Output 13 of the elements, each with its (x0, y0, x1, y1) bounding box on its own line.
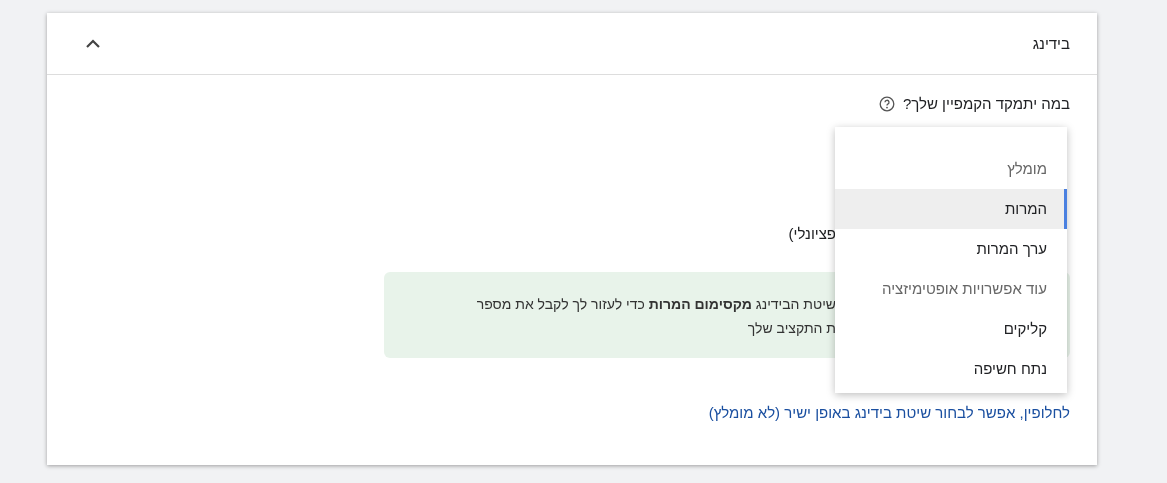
partial-text: פציונלי) (788, 225, 836, 242)
bidding-link[interactable]: לחלופין, אפשר לבחור שיטת בידינג באופן ישיר (לא מומלץ) (708, 404, 1070, 421)
menu-item[interactable]: המרות (835, 189, 1067, 229)
menu-item[interactable]: נתח חשיפה (835, 349, 1067, 389)
info-text: שיטת הבידינג מקסימום המרות כדי לעזור לך לקבל את מספר (475, 295, 836, 314)
menu-item[interactable]: ערך המרות (835, 229, 1067, 269)
menu-group-label: מומלץ (1006, 159, 1048, 179)
question-label: במה יתמקד הקמפיין שלך? (903, 95, 1070, 112)
info-text: ת התקציב שלך (746, 319, 836, 338)
section-title: בידינג (1032, 35, 1070, 52)
menu-group-label: עוד אפשרויות אופטימיזציה (880, 279, 1048, 299)
help-icon[interactable] (879, 95, 895, 112)
menu-item[interactable]: קליקים (835, 309, 1067, 349)
